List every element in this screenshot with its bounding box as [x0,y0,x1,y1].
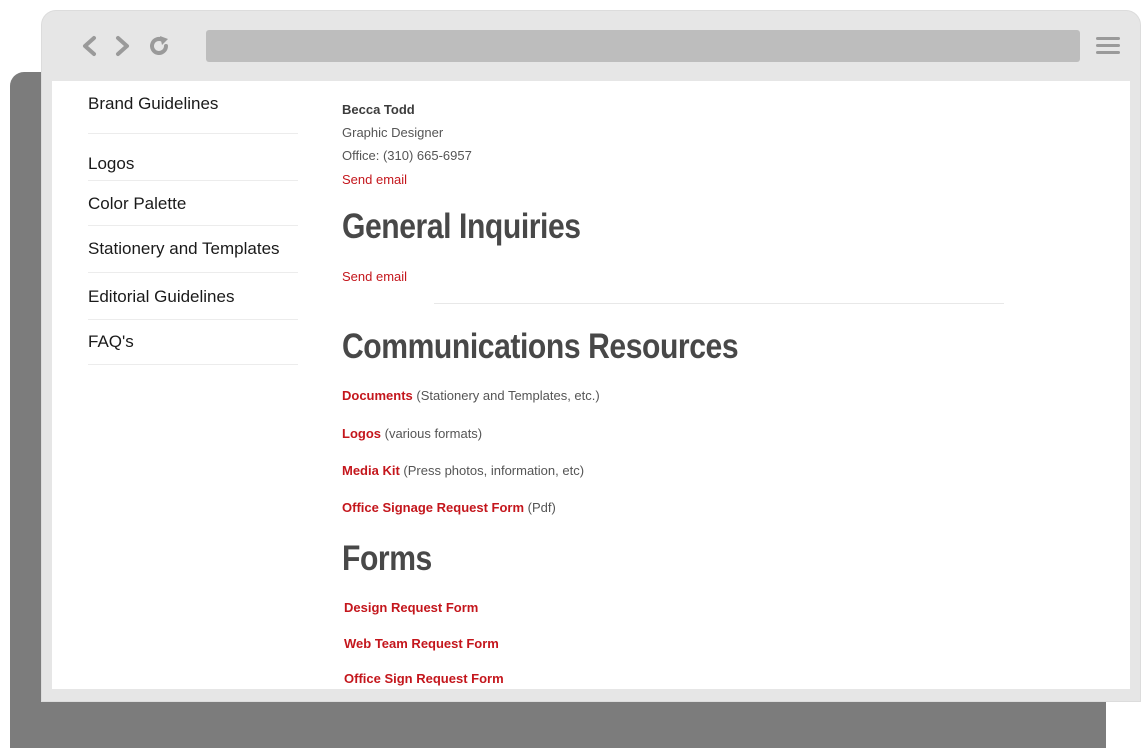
communications-resources-heading: Communications Resources [342,327,739,366]
resource-item-documents: Documents (Stationery and Templates, etc… [342,388,600,403]
browser-toolbar [42,11,1140,81]
page-content: Brand Guidelines Logos Color Palette Sta… [52,81,1130,689]
office-sign-request-form-link[interactable]: Office Sign Request Form [344,671,504,686]
sidebar-item-brand-guidelines[interactable]: Brand Guidelines [88,89,298,134]
sidebar-item-logos[interactable]: Logos [88,134,298,181]
office-signage-note: (Pdf) [524,500,556,515]
media-kit-link[interactable]: Media Kit [342,463,400,478]
contact-send-email-link[interactable]: Send email [342,172,407,187]
office-signage-request-form-link[interactable]: Office Signage Request Form [342,500,524,515]
browser-window: Brand Guidelines Logos Color Palette Sta… [42,11,1140,701]
hamburger-menu-icon[interactable] [1096,37,1120,57]
general-inquiries-heading: General Inquiries [342,207,581,246]
contact-phone: Office: (310) 665-6957 [342,148,472,163]
sidebar-item-faqs[interactable]: FAQ's [88,320,298,365]
resource-item-logos: Logos (various formats) [342,426,482,441]
sidebar-item-stationery-and-templates[interactable]: Stationery and Templates [88,226,298,273]
web-team-request-form-link[interactable]: Web Team Request Form [344,636,499,651]
resource-item-media-kit: Media Kit (Press photos, information, et… [342,463,584,478]
forms-heading: Forms [342,539,432,578]
reload-icon[interactable] [146,33,172,59]
media-kit-note: (Press photos, information, etc) [399,463,585,478]
logos-link[interactable]: Logos [342,426,381,441]
sidebar-item-color-palette[interactable]: Color Palette [88,181,298,226]
logos-note: (various formats) [381,426,483,441]
address-bar-input[interactable] [206,30,1080,62]
contact-title: Graphic Designer [342,125,444,140]
resource-item-office-signage: Office Signage Request Form (Pdf) [342,500,556,515]
documents-link[interactable]: Documents [342,388,413,403]
design-request-form-link[interactable]: Design Request Form [344,600,478,615]
back-arrow-icon[interactable] [76,33,102,59]
section-divider [434,303,1004,304]
general-send-email-link[interactable]: Send email [342,269,407,284]
sidebar-item-editorial-guidelines[interactable]: Editorial Guidelines [88,273,298,320]
forward-arrow-icon[interactable] [110,33,136,59]
documents-note: (Stationery and Templates, etc.) [412,388,600,403]
sidebar-nav: Brand Guidelines Logos Color Palette Sta… [88,89,298,365]
contact-name: Becca Todd [342,102,415,117]
